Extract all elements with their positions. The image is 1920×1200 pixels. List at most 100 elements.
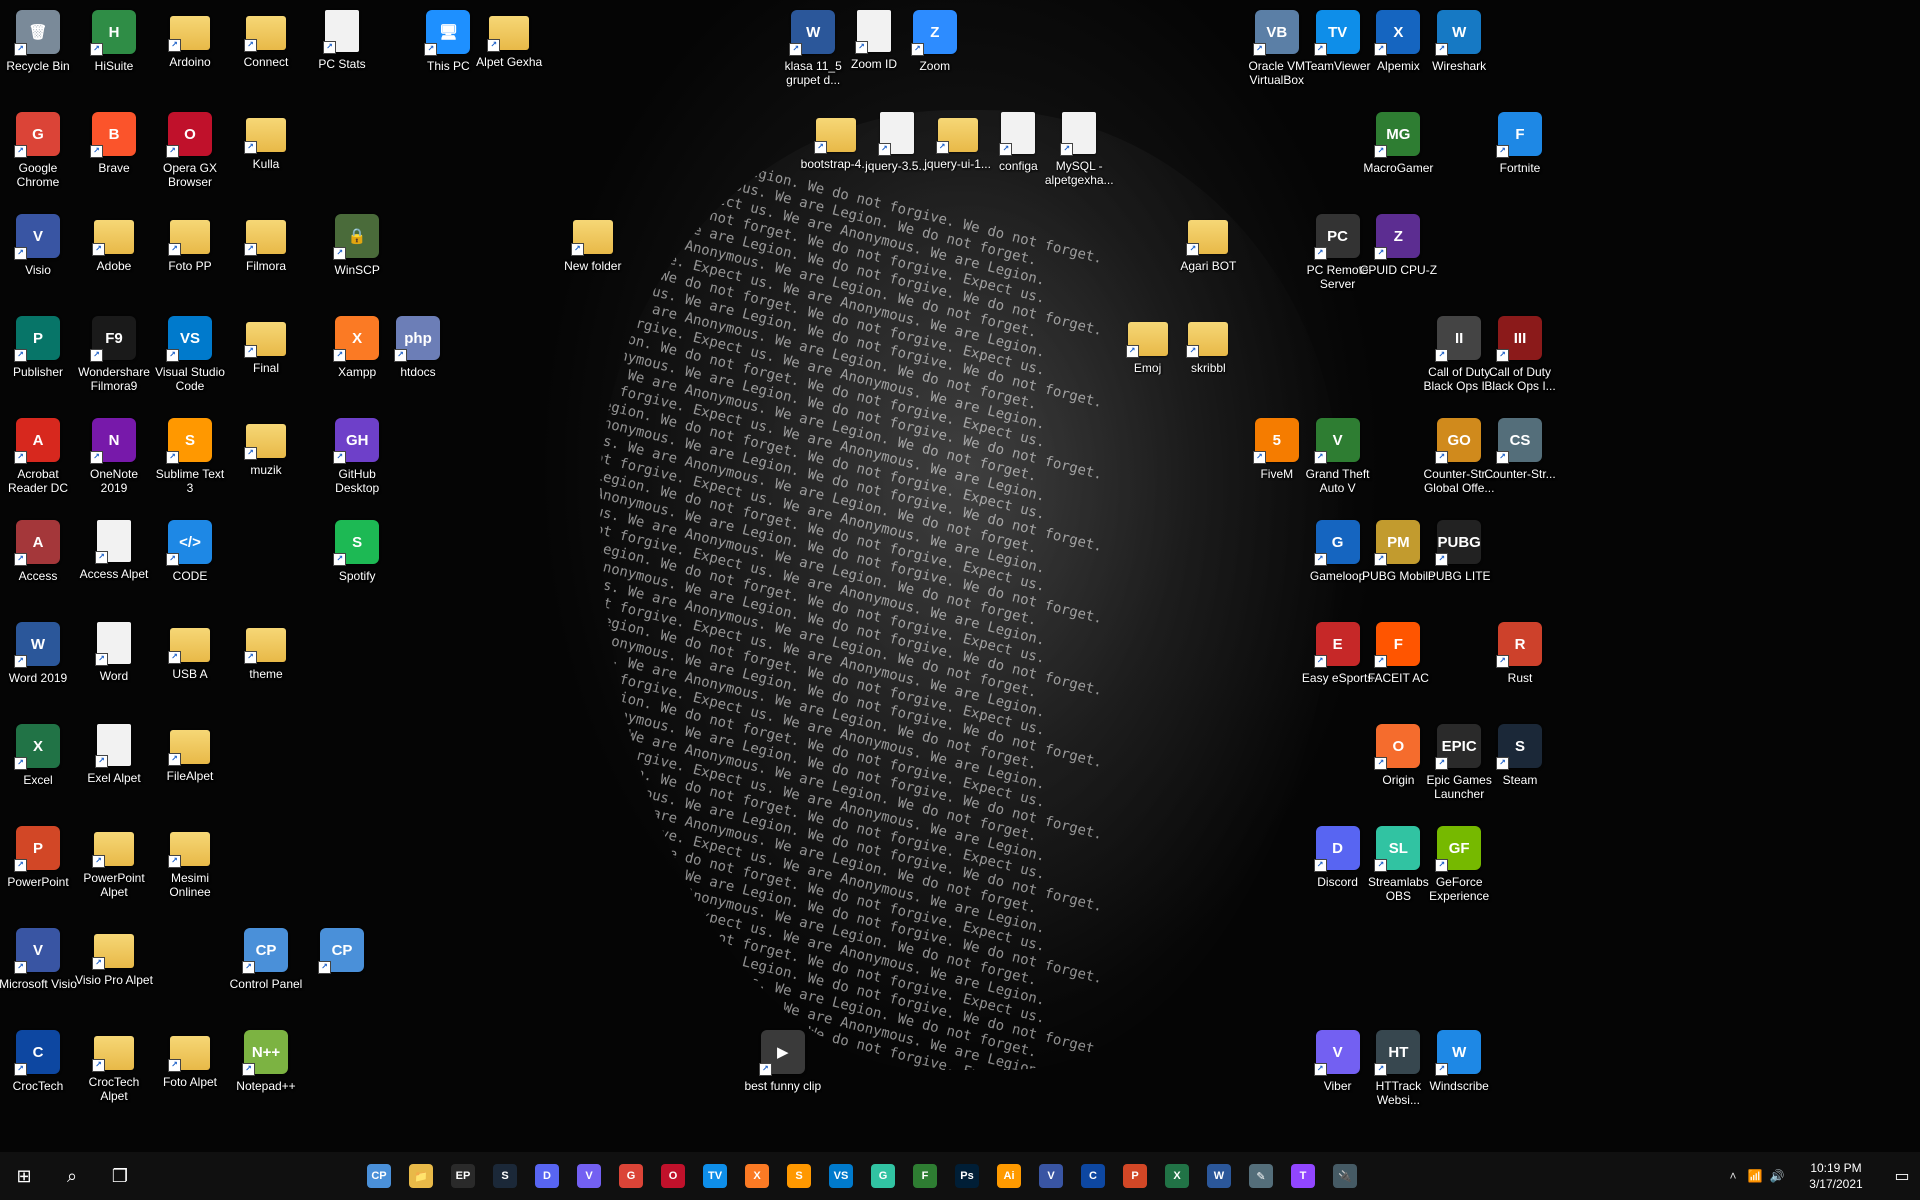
desktop-icon-recycle-bin[interactable]: 🗑 ↗ Recycle Bin bbox=[1, 6, 75, 106]
desktop-icon-onenote-2019[interactable]: N ↗ OneNote 2019 bbox=[77, 414, 151, 514]
taskbar-app-filmora[interactable]: F bbox=[904, 1152, 946, 1200]
desktop-icon-pc-stats[interactable]: ↗ PC Stats bbox=[305, 6, 379, 106]
desktop-icon-cpuid-cpu-z[interactable]: Z ↗ CPUID CPU-Z bbox=[1360, 210, 1437, 310]
desktop-icon-theme[interactable]: ↗ theme bbox=[229, 618, 303, 718]
taskbar-app-file-explorer[interactable]: 📁 bbox=[400, 1152, 442, 1200]
desktop-icon-htdocs[interactable]: php ↗ htdocs bbox=[381, 312, 455, 412]
taskbar-app-teamviewer[interactable]: TV bbox=[694, 1152, 736, 1200]
desktop-icon-croctech[interactable]: C ↗ CrocTech bbox=[1, 1026, 75, 1126]
desktop-icon-hisuite[interactable]: H ↗ HiSuite bbox=[77, 6, 151, 106]
desktop-icon-best-funny-clip[interactable]: ▶ ↗ best funny clip bbox=[744, 1026, 821, 1126]
desktop-icon-zoom[interactable]: Z ↗ Zoom bbox=[898, 6, 972, 106]
desktop-icon-counter-str[interactable]: CS ↗ Counter-Str... bbox=[1483, 414, 1557, 514]
desktop-icon-agari-bot[interactable]: ↗ Agari BOT bbox=[1171, 210, 1245, 310]
desktop-icon-word[interactable]: ↗ Word bbox=[77, 618, 151, 718]
desktop-icon-control-panel[interactable]: CP ↗ Control Panel bbox=[229, 924, 303, 1024]
taskbar-app-gamepad[interactable]: G bbox=[862, 1152, 904, 1200]
taskbar-app-paint[interactable]: ✎ bbox=[1240, 1152, 1282, 1200]
taskbar-app-xampp[interactable]: X bbox=[736, 1152, 778, 1200]
notification-center-icon[interactable]: ▭ bbox=[1884, 1166, 1920, 1186]
network-icon[interactable]: 📶 bbox=[1744, 1169, 1766, 1183]
desktop-icon-opera-gx-browser[interactable]: O ↗ Opera GX Browser bbox=[153, 108, 227, 208]
desktop-icon-kulla[interactable]: ↗ Kulla bbox=[229, 108, 303, 208]
desktop-icon-unnamed[interactable]: CP ↗ bbox=[305, 924, 379, 1024]
desktop-icon-muzik[interactable]: ↗ muzik bbox=[229, 414, 303, 514]
show-hidden-icons-chevron-icon[interactable]: ˄ bbox=[1722, 1169, 1744, 1183]
desktop-icon-wireshark[interactable]: W ↗ Wireshark bbox=[1422, 6, 1496, 106]
taskbar-app-chrome[interactable]: G bbox=[610, 1152, 652, 1200]
desktop-icon-visio[interactable]: V ↗ Visio bbox=[1, 210, 75, 310]
desktop-icon-excel[interactable]: X ↗ Excel bbox=[1, 720, 75, 820]
desktop-icon-microsoft-visio[interactable]: V ↗ Microsoft Visio bbox=[0, 924, 77, 1024]
desktop-icon-powerpoint[interactable]: P ↗ PowerPoint bbox=[1, 822, 75, 922]
taskbar-app-excel[interactable]: X bbox=[1156, 1152, 1198, 1200]
taskbar-app-photoshop[interactable]: Ps bbox=[946, 1152, 988, 1200]
desktop-icon-visio-pro-alpet[interactable]: ↗ Visio Pro Alpet bbox=[75, 924, 153, 1024]
desktop-icon-grand-theft-auto-v[interactable]: V ↗ Grand Theft Auto V bbox=[1301, 414, 1375, 514]
desktop-icon-fortnite[interactable]: F ↗ Fortnite bbox=[1483, 108, 1557, 208]
start-button[interactable]: ⊞ bbox=[0, 1152, 48, 1200]
desktop-icon-mesimi-onlinee[interactable]: ↗ Mesimi Onlinee bbox=[153, 822, 227, 922]
taskbar-app-illustrator[interactable]: Ai bbox=[988, 1152, 1030, 1200]
desktop-icon-connect[interactable]: ↗ Connect bbox=[229, 6, 303, 106]
desktop-icon-publisher[interactable]: P ↗ Publisher bbox=[1, 312, 75, 412]
clock[interactable]: 10:19 PM 3/17/2021 bbox=[1788, 1160, 1884, 1192]
desktop-icon-geforce-experience[interactable]: GF ↗ GeForce Experience bbox=[1422, 822, 1496, 922]
desktop-icon-sublime-text-3[interactable]: S ↗ Sublime Text 3 bbox=[153, 414, 227, 514]
desktop-icon-ardoino[interactable]: ↗ Ardoino bbox=[153, 6, 227, 106]
desktop-icon-mysql-alpetgexha[interactable]: ↗ MySQL - alpetgexha... bbox=[1042, 108, 1116, 208]
desktop-icon-call-of-duty-black-ops-i[interactable]: III ↗ Call of Duty Black Ops I... bbox=[1483, 312, 1557, 412]
desktop-icon-code[interactable]: </> ↗ CODE bbox=[153, 516, 227, 616]
taskbar-app-powerpoint[interactable]: P bbox=[1114, 1152, 1156, 1200]
taskbar-app-opera[interactable]: O bbox=[652, 1152, 694, 1200]
desktop-icon-github-desktop[interactable]: GH ↗ GitHub Desktop bbox=[320, 414, 394, 514]
task-view-button[interactable]: ❐ bbox=[96, 1152, 144, 1200]
desktop-icon-foto-alpet[interactable]: ↗ Foto Alpet bbox=[153, 1026, 227, 1126]
desktop-icon-notepad[interactable]: N++ ↗ Notepad++ bbox=[229, 1026, 303, 1126]
desktop-icon-steam[interactable]: S ↗ Steam bbox=[1483, 720, 1557, 820]
taskbar-app-network[interactable]: 🔌 bbox=[1324, 1152, 1366, 1200]
taskbar-app-sublime[interactable]: S bbox=[778, 1152, 820, 1200]
desktop-icon-powerpoint-alpet[interactable]: ↗ PowerPoint Alpet bbox=[77, 822, 151, 922]
taskbar-app-twitch[interactable]: T bbox=[1282, 1152, 1324, 1200]
desktop-icon-access-alpet[interactable]: ↗ Access Alpet bbox=[77, 516, 151, 616]
desktop-icon-croctech-alpet[interactable]: ↗ CrocTech Alpet bbox=[77, 1026, 151, 1126]
desktop-icon-filealpet[interactable]: ↗ FileAlpet bbox=[153, 720, 227, 820]
taskbar-app-croctech[interactable]: C bbox=[1072, 1152, 1114, 1200]
taskbar-app-word[interactable]: W bbox=[1198, 1152, 1240, 1200]
taskbar-app-control-panel[interactable]: CP bbox=[358, 1152, 400, 1200]
taskbar-app-vscode[interactable]: VS bbox=[820, 1152, 862, 1200]
taskbar-app-visio[interactable]: V bbox=[1030, 1152, 1072, 1200]
desktop-icon-final[interactable]: ↗ Final bbox=[229, 312, 303, 412]
folder-icon: ↗ bbox=[1125, 322, 1168, 358]
taskbar-app-steam[interactable]: S bbox=[484, 1152, 526, 1200]
desktop-icon-rust[interactable]: R ↗ Rust bbox=[1483, 618, 1557, 718]
desktop-icon-acrobat-reader-dc[interactable]: A ↗ Acrobat Reader DC bbox=[1, 414, 75, 514]
desktop-icon-new-folder[interactable]: ↗ New folder bbox=[556, 210, 630, 310]
desktop-icon-winscp[interactable]: 🔒 ↗ WinSCP bbox=[320, 210, 394, 310]
desktop-icon-macrogamer[interactable]: MG ↗ MacroGamer bbox=[1361, 108, 1435, 208]
desktop-icon-usb-a[interactable]: ↗ USB A bbox=[153, 618, 227, 718]
search-button[interactable]: ⌕ bbox=[48, 1152, 96, 1200]
desktop-icon-wondershare-filmora9[interactable]: F9 ↗ Wondershare Filmora9 bbox=[77, 312, 151, 412]
desktop-icon-windscribe[interactable]: W ↗ Windscribe bbox=[1422, 1026, 1496, 1126]
desktop-icon-word-2019[interactable]: W ↗ Word 2019 bbox=[1, 618, 75, 718]
desktop-icon-filmora[interactable]: ↗ Filmora bbox=[229, 210, 303, 310]
volume-icon[interactable]: 🔊 bbox=[1766, 1169, 1788, 1183]
desktop-icon-visual-studio-code[interactable]: VS ↗ Visual Studio Code bbox=[153, 312, 227, 412]
desktop-icon-foto-pp[interactable]: ↗ Foto PP bbox=[153, 210, 227, 310]
desktop-icon-exel-alpet[interactable]: ↗ Exel Alpet bbox=[77, 720, 151, 820]
desktop-icon-pubg-lite[interactable]: PUBG ↗ PUBG LITE bbox=[1422, 516, 1496, 616]
taskbar-app-epic-games[interactable]: EP bbox=[442, 1152, 484, 1200]
desktop-icon-alpet-gexha[interactable]: ↗ Alpet Gexha bbox=[472, 6, 546, 106]
desktop-icon-skribbl[interactable]: ↗ skribbl bbox=[1171, 312, 1245, 412]
desktop-icon-brave[interactable]: B ↗ Brave bbox=[77, 108, 151, 208]
desktop-icon-adobe[interactable]: ↗ Adobe bbox=[77, 210, 151, 310]
taskbar-app-viber[interactable]: V bbox=[568, 1152, 610, 1200]
desktop-icon-faceit-ac[interactable]: F ↗ FACEIT AC bbox=[1361, 618, 1435, 718]
desktop-icon-access[interactable]: A ↗ Access bbox=[1, 516, 75, 616]
taskbar-app-discord[interactable]: D bbox=[526, 1152, 568, 1200]
desktop-icon-spotify[interactable]: S ↗ Spotify bbox=[320, 516, 394, 616]
visual-studio-code-icon: VS ↗ bbox=[166, 316, 212, 362]
desktop-icon-google-chrome[interactable]: G ↗ Google Chrome bbox=[1, 108, 75, 208]
